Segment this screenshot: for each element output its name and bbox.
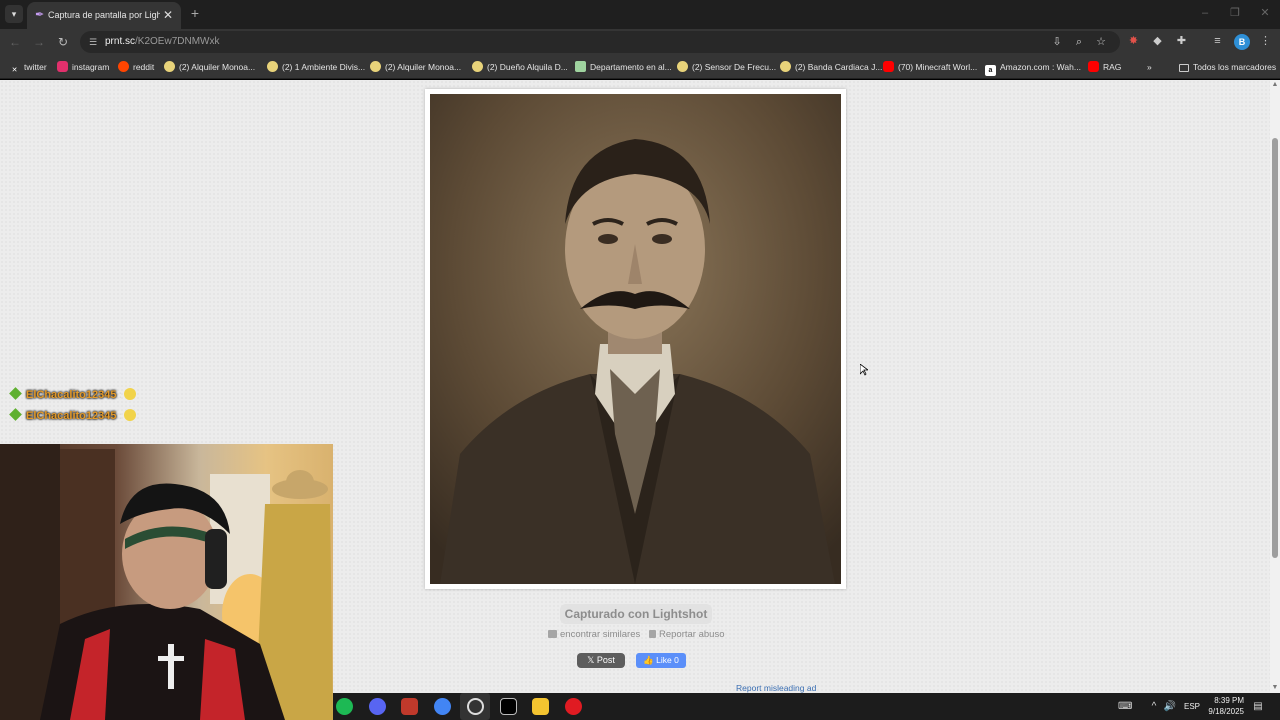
notification-icon[interactable]: ▤: [1251, 700, 1265, 714]
report-abuse-link[interactable]: Reportar abuso: [649, 629, 724, 641]
webcam-feed: [0, 444, 333, 720]
listing-icon: [267, 61, 278, 72]
clock-date[interactable]: 9/18/2025: [1201, 707, 1244, 717]
tab-title: Captura de pantalla por Lightsh: [48, 10, 160, 20]
x-logo-icon: ✕: [11, 67, 18, 74]
tab-lightshot[interactable]: ✒ Captura de pantalla por Lightsh ✕: [27, 2, 181, 29]
tab-strip: ▾ ✒ Captura de pantalla por Lightsh ✕ + …: [0, 0, 1280, 29]
reload-icon[interactable]: ↻: [55, 34, 71, 50]
mouse-cursor-icon: [859, 363, 870, 376]
star-icon[interactable]: ☆: [1094, 35, 1108, 49]
voicemeeter-icon[interactable]: [401, 698, 418, 715]
bookmark-instagram[interactable]: instagram: [57, 60, 109, 74]
capcut-icon[interactable]: [500, 698, 517, 715]
screenshot-frame: [425, 89, 846, 589]
scroll-up-arrow-icon[interactable]: ▲: [1271, 81, 1279, 89]
bookmark-sensor[interactable]: (2) Sensor De Frecu...: [677, 60, 776, 74]
page-scrollbar[interactable]: ▲ ▼: [1270, 80, 1280, 693]
extension-puzzle-shield-icon[interactable]: ◆: [1150, 34, 1165, 49]
bookmark-reddit[interactable]: reddit: [118, 60, 154, 74]
profile-avatar[interactable]: B: [1234, 34, 1250, 50]
opera-icon[interactable]: [565, 698, 582, 715]
tab-search-chevron-down-icon[interactable]: ▾: [5, 5, 23, 23]
instagram-icon: [57, 61, 68, 72]
chat-badge-icon: [9, 387, 22, 400]
chat-message: ElChacalito12345:: [8, 387, 137, 403]
keyboard-icon[interactable]: ⌨: [1118, 700, 1132, 714]
restore-icon[interactable]: ❐: [1228, 6, 1242, 20]
image-icon: [575, 61, 586, 72]
bookmark-alquiler-2[interactable]: (2) Alquiler Monoa...: [370, 60, 461, 74]
folder-icon: [1179, 64, 1189, 72]
discord-icon[interactable]: [369, 698, 386, 715]
tune-icon[interactable]: ☰: [87, 36, 99, 48]
bookmark-amazon[interactable]: a Amazon.com : Wah...: [985, 60, 1081, 76]
bookmark-minecraft[interactable]: (70) Minecraft Worl...: [883, 60, 977, 74]
thumbs-up-icon: 👍: [643, 655, 657, 665]
screen: ▾ ✒ Captura de pantalla por Lightsh ✕ + …: [0, 0, 1280, 720]
toolbar: ← → ↻ ☰ prnt.sc/K2OEw7DNMWxk ⇩ ⌕ ☆: [0, 29, 1280, 55]
reddit-icon: [118, 61, 129, 72]
bookmark-ambiente[interactable]: (2) 1 Ambiente Divis...: [267, 60, 365, 74]
window-close-icon[interactable]: ✕: [1258, 6, 1272, 20]
bookmark-twitter[interactable]: ✕ twitter: [9, 60, 47, 74]
chat-emote-icon: [124, 409, 137, 421]
chevron-up-icon[interactable]: ^: [1147, 700, 1161, 714]
scroll-thumb[interactable]: [1272, 138, 1278, 558]
chat-message: ElChacalito12345:: [8, 408, 137, 424]
plus-icon[interactable]: +: [188, 6, 202, 20]
chat-badge-icon: [9, 408, 22, 421]
listing-icon: [370, 61, 381, 72]
scroll-down-arrow-icon[interactable]: ▼: [1271, 684, 1279, 692]
zoom-icon[interactable]: ⌕: [1072, 35, 1086, 49]
screenshot-image[interactable]: [430, 94, 841, 584]
lightshot-caption: Capturado con Lightshot: [560, 604, 712, 624]
extension-red-icon[interactable]: ✸: [1126, 34, 1141, 49]
webcam-scene: [0, 444, 333, 720]
spotify-icon[interactable]: [336, 698, 353, 715]
trash-icon: [649, 630, 656, 638]
bookmark-all[interactable]: Todos los marcadores: [1179, 60, 1276, 74]
listing-icon: [677, 61, 688, 72]
bookmark-departamento[interactable]: Departamento en al...: [575, 60, 672, 74]
x-post-button[interactable]: 𝕏 Post: [577, 653, 625, 668]
chat-emote-icon: [124, 388, 137, 400]
listing-icon: [472, 61, 483, 72]
bookmark-banda[interactable]: (2) Banda Cardiaca J...: [780, 60, 882, 74]
url-text: prnt.sc/K2OEw7DNMWxk: [105, 36, 220, 47]
install-app-icon[interactable]: ⇩: [1050, 35, 1064, 49]
youtube-icon: [883, 61, 894, 72]
arrow-right-icon[interactable]: →: [31, 34, 47, 50]
find-similar-link[interactable]: encontrar similares: [548, 629, 640, 641]
volume-icon[interactable]: 🔊: [1163, 700, 1177, 714]
bookmarks-overflow-chevron-icon[interactable]: »: [1147, 60, 1152, 74]
arrow-left-icon[interactable]: ←: [7, 34, 23, 50]
more-menu-icon[interactable]: ⋮: [1258, 34, 1273, 49]
close-icon[interactable]: ✕: [161, 8, 175, 22]
clock-time[interactable]: 8:39 PM: [1206, 696, 1244, 706]
bookmark-dueno[interactable]: (2) Dueño Alquila D...: [472, 60, 568, 74]
camera-icon: [548, 630, 557, 638]
x-logo-icon: 𝕏: [587, 655, 597, 665]
bookmarks-bar: ✕ twitter instagram reddit (2) Alquiler M…: [0, 55, 1280, 79]
youtube-icon: [1088, 61, 1099, 72]
taskbar: ⌨ ^ 🔊 ESP 8:39 PM 9/18/2025 ▤: [333, 693, 1280, 720]
media-control-icon[interactable]: ≡: [1210, 34, 1225, 49]
bookmark-rag[interactable]: RAG: [1088, 60, 1121, 74]
chrome-icon[interactable]: [434, 698, 451, 715]
bookmark-alquiler-1[interactable]: (2) Alquiler Monoa...: [164, 60, 255, 74]
file-explorer-icon[interactable]: [532, 698, 549, 715]
listing-icon: [164, 61, 175, 72]
puzzle-icon[interactable]: ✚: [1174, 34, 1189, 49]
address-bar[interactable]: ☰ prnt.sc/K2OEw7DNMWxk ⇩ ⌕ ☆: [80, 31, 1120, 53]
language-indicator[interactable]: ESP: [1184, 702, 1200, 712]
listing-icon: [780, 61, 791, 72]
portrait-photo: [430, 94, 841, 584]
facebook-like-button[interactable]: 👍 Like 0: [636, 653, 686, 668]
amazon-icon: a: [985, 65, 996, 76]
feather-icon: ✒: [35, 9, 45, 21]
minimize-icon[interactable]: –: [1198, 6, 1212, 20]
obs-icon[interactable]: [467, 698, 484, 715]
